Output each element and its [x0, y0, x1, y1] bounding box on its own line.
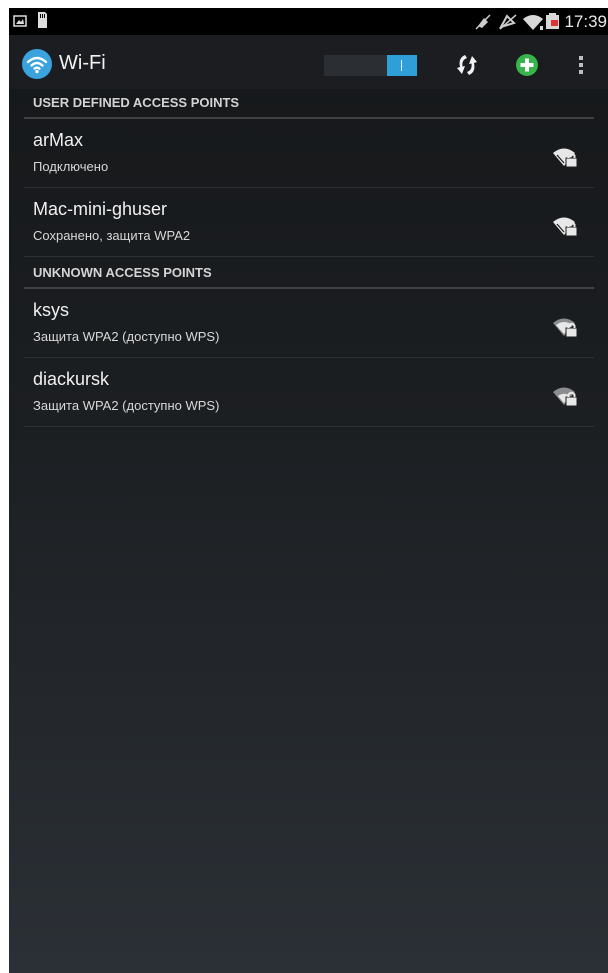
network-row-ksys[interactable]: ksys Защита WPA2 (доступно WPS)	[24, 289, 594, 358]
wifi-settings-screen: 17:39 Wi-Fi USER DEFINED ACCESS POINTS a…	[9, 8, 608, 973]
section-header-user-defined: USER DEFINED ACCESS POINTS	[24, 89, 594, 119]
status-clock: 17:39	[564, 12, 607, 31]
network-ssid: diackursk	[33, 369, 110, 389]
overflow-menu-icon[interactable]	[571, 50, 591, 80]
network-status: Подключено	[33, 159, 109, 174]
wifi-toggle-thumb[interactable]	[387, 55, 417, 76]
network-row-mac-mini-ghuser[interactable]: Mac-mini-ghuser Сохранено, защита WPA2	[24, 188, 594, 257]
wifi-status-icon	[523, 15, 543, 30]
status-bar: 17:39	[9, 8, 608, 35]
section-header-unknown: UNKNOWN ACCESS POINTS	[24, 259, 594, 289]
network-row-diackursk[interactable]: diackursk Защита WPA2 (доступно WPS)	[24, 358, 594, 427]
mute-icon	[475, 14, 491, 30]
refresh-scan-icon[interactable]	[452, 50, 482, 80]
wifi-lock-icon	[553, 217, 578, 237]
no-sound-icon	[498, 14, 517, 30]
action-bar: Wi-Fi	[9, 35, 608, 89]
wifi-lock-icon	[553, 148, 578, 168]
sd-card-icon	[38, 12, 47, 28]
wifi-lock-icon	[553, 318, 578, 338]
network-ssid: arMax	[33, 130, 84, 150]
section-header-label: USER DEFINED ACCESS POINTS	[33, 95, 240, 110]
page-title: Wi-Fi	[59, 52, 106, 74]
network-ssid: Mac-mini-ghuser	[33, 199, 168, 219]
battery-icon	[546, 13, 559, 29]
wifi-lock-icon	[553, 387, 578, 407]
network-ssid: ksys	[33, 300, 69, 320]
network-row-armax[interactable]: arMax Подключено	[24, 119, 594, 188]
network-status: Защита WPA2 (доступно WPS)	[33, 398, 220, 413]
add-network-icon[interactable]	[512, 50, 542, 80]
wifi-app-icon[interactable]	[22, 49, 52, 79]
network-status: Защита WPA2 (доступно WPS)	[33, 329, 220, 344]
wifi-icon	[26, 56, 48, 74]
gallery-notification-icon	[13, 15, 27, 27]
network-status: Сохранено, защита WPA2	[33, 228, 191, 243]
section-header-label: UNKNOWN ACCESS POINTS	[33, 265, 212, 280]
